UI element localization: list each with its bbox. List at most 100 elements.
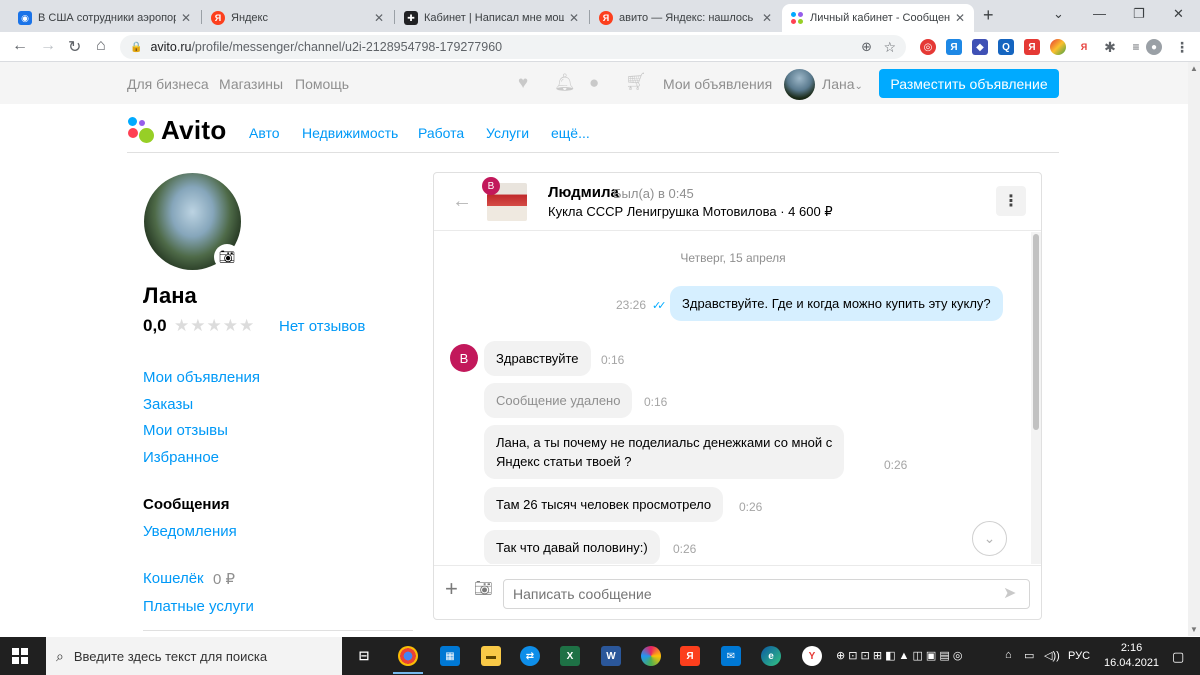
- windows-start-icon[interactable]: [12, 648, 28, 664]
- url-path: /profile/messenger/channel/u2i-212895479…: [191, 40, 503, 54]
- bookmark-star-icon[interactable]: ☆: [883, 39, 896, 56]
- mail-icon[interactable]: ✉: [721, 646, 741, 666]
- taskbar-search[interactable]: ⌕ Введите здесь текст для поиска: [46, 637, 342, 675]
- my-ads-link[interactable]: Мои объявления: [663, 76, 772, 92]
- extension-target-icon[interactable]: ◎: [920, 39, 936, 55]
- volume-icon[interactable]: ◁)): [1044, 649, 1060, 662]
- close-tab-icon[interactable]: ✕: [761, 11, 773, 25]
- browser-tab[interactable]: Я Яндекс ✕: [203, 4, 393, 32]
- scroll-up-arrow-icon[interactable]: ▲: [1190, 64, 1198, 73]
- menu-paid-services[interactable]: Платные услуги: [143, 598, 254, 615]
- tray-icons[interactable]: ⊕ ⊡ ⊡ ⊞ ◧ ▲ ◫ ▣ ▤ ◎: [836, 649, 962, 662]
- input-language[interactable]: РУС: [1068, 650, 1090, 662]
- home-icon[interactable]: ⌂: [96, 37, 106, 55]
- message-time: 0:26: [884, 458, 908, 472]
- system-clock[interactable]: 2:16 16.04.2021: [1104, 641, 1159, 671]
- menu-my-ads[interactable]: Мои объявления: [143, 369, 260, 386]
- task-view-icon[interactable]: ⊟: [354, 646, 374, 666]
- camera-icon[interactable]: 📷︎: [214, 244, 240, 270]
- item-title[interactable]: Кукла СССР Ленигрушка Мотовилова · 4 600…: [548, 204, 833, 220]
- minimize-icon[interactable]: —: [1093, 6, 1106, 21]
- forward-arrow-icon[interactable]: →: [40, 37, 56, 55]
- browser-menu-icon[interactable]: ⋮: [1174, 39, 1190, 55]
- back-arrow-icon[interactable]: ←: [12, 37, 28, 55]
- extension-search-icon[interactable]: Q: [998, 39, 1014, 55]
- profile-avatar-icon[interactable]: ●: [1146, 39, 1162, 55]
- menu-my-reviews[interactable]: Мои отзывы: [143, 422, 228, 439]
- favorites-heart-icon[interactable]: ♥: [518, 73, 528, 93]
- notifications-bell-icon[interactable]: 🔔︎: [554, 73, 576, 93]
- close-tab-icon[interactable]: ✕: [180, 11, 192, 25]
- category-link-services[interactable]: Услуги: [486, 125, 529, 141]
- menu-notifications[interactable]: Уведомления: [143, 523, 237, 540]
- word-icon[interactable]: W: [601, 646, 621, 666]
- yandex-browser-icon[interactable]: Я: [680, 646, 700, 666]
- close-tab-icon[interactable]: ✕: [954, 11, 966, 25]
- browser-tab-active[interactable]: Личный кабинет - Сообщен ✕: [782, 4, 974, 32]
- menu-wallet[interactable]: Кошелёк: [143, 570, 204, 587]
- photos-icon[interactable]: [641, 646, 661, 666]
- zoom-icon[interactable]: ⊕: [861, 39, 872, 55]
- close-window-icon[interactable]: ✕: [1173, 6, 1184, 22]
- extension-color-icon[interactable]: [1050, 39, 1066, 55]
- message-time: 23:26: [616, 298, 647, 312]
- message-input[interactable]: [503, 579, 1030, 609]
- extensions-puzzle-icon[interactable]: ✱: [1102, 39, 1118, 55]
- new-tab-plus-icon[interactable]: +: [983, 5, 994, 26]
- user-name-menu[interactable]: Лана⌄: [822, 76, 863, 92]
- battery-icon[interactable]: ▭: [1024, 649, 1034, 662]
- cart-icon[interactable]: 🛒︎: [625, 72, 647, 92]
- for-business-link[interactable]: Для бизнеса: [127, 76, 209, 92]
- menu-messages[interactable]: Сообщения: [143, 496, 229, 513]
- scroll-down-arrow-icon[interactable]: ▼: [1190, 625, 1198, 634]
- avito-logo[interactable]: Avito: [127, 114, 227, 146]
- notifications-icon[interactable]: ▢: [1172, 649, 1184, 665]
- browser-tab[interactable]: ◉ В США сотрудники аэропор ✕: [10, 4, 200, 32]
- category-link-realty[interactable]: Недвижимость: [302, 125, 398, 141]
- messages-bubble-icon[interactable]: ●: [589, 73, 599, 93]
- teamviewer-icon[interactable]: ⇄: [520, 646, 540, 666]
- back-arrow-icon[interactable]: ←: [452, 190, 472, 213]
- tab-search-icon[interactable]: ⌄: [1053, 6, 1064, 22]
- browser-tab[interactable]: ✚ Кабинет | Написал мне мош ✕: [396, 4, 588, 32]
- address-bar[interactable]: 🔒 avito.ru/profile/messenger/channel/u2i…: [120, 35, 906, 59]
- message-bubble-incoming: Лана, а ты почему не поделиальс денежкам…: [484, 425, 845, 479]
- message-text-line: Лана, а ты почему не поделиальс денежкам…: [496, 435, 833, 450]
- yandex-y-icon[interactable]: Y: [802, 646, 822, 666]
- browser-tab[interactable]: Я авито — Яндекс: нашлось 1( ✕: [591, 4, 781, 32]
- media-icon[interactable]: ≡: [1128, 39, 1144, 55]
- excel-icon[interactable]: X: [560, 646, 580, 666]
- category-link-more[interactable]: ещё...: [551, 125, 590, 141]
- reload-icon[interactable]: ↻: [68, 37, 81, 57]
- help-link[interactable]: Помощь: [295, 76, 349, 92]
- attach-plus-icon[interactable]: +: [445, 576, 458, 602]
- user-avatar[interactable]: [784, 69, 815, 100]
- scroll-down-chevron-icon[interactable]: ⌄: [972, 521, 1007, 556]
- file-explorer-icon[interactable]: ▬: [481, 646, 501, 666]
- chrome-taskbar-icon[interactable]: [398, 646, 418, 666]
- category-link-auto[interactable]: Авто: [249, 125, 280, 141]
- extension-yandex-icon[interactable]: Я: [946, 39, 962, 55]
- extension-yandex-small-icon[interactable]: Я: [1076, 39, 1092, 55]
- menu-favorites[interactable]: Избранное: [143, 449, 219, 466]
- send-arrow-icon[interactable]: ➤: [1003, 583, 1016, 603]
- contact-name[interactable]: Людмила: [548, 184, 619, 201]
- menu-orders[interactable]: Заказы: [143, 396, 193, 413]
- extension-yandex-red-icon[interactable]: Я: [1024, 39, 1040, 55]
- network-icon[interactable]: ⌂: [1005, 649, 1012, 661]
- edge-icon[interactable]: e: [761, 646, 781, 666]
- shops-link[interactable]: Магазины: [219, 76, 283, 92]
- close-tab-icon[interactable]: ✕: [373, 11, 385, 25]
- category-link-jobs[interactable]: Работа: [418, 125, 464, 141]
- chat-scrollbar-thumb[interactable]: [1033, 234, 1039, 430]
- store-icon[interactable]: ▦: [440, 646, 460, 666]
- attach-photo-camera-icon[interactable]: 📷︎: [474, 579, 493, 597]
- extension-shield-icon[interactable]: ◆: [972, 39, 988, 55]
- close-tab-icon[interactable]: ✕: [568, 11, 580, 25]
- post-ad-button[interactable]: Разместить объявление: [879, 69, 1059, 98]
- more-options-icon[interactable]: ⋮: [996, 186, 1026, 216]
- restore-icon[interactable]: ❐: [1133, 6, 1145, 22]
- reviews-link[interactable]: Нет отзывов: [279, 318, 365, 335]
- page-scrollbar[interactable]: ▲ ▼: [1188, 62, 1200, 636]
- taskbar-search-placeholder: Введите здесь текст для поиска: [73, 648, 268, 664]
